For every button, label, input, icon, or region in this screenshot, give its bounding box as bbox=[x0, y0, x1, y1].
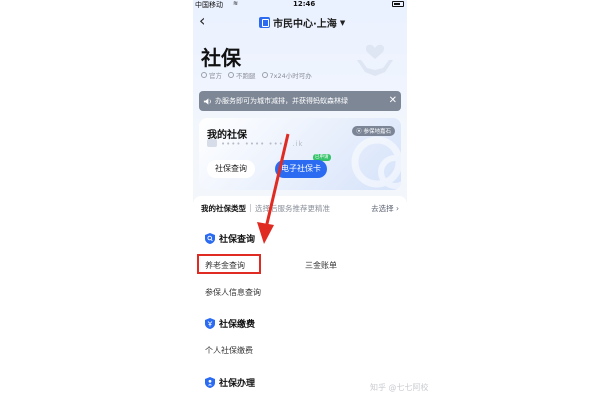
section-handling-title: 社保办理 bbox=[219, 379, 256, 389]
service-tags: 官方 不跑腿 7x24小时可办 bbox=[201, 70, 312, 80]
check-circle-icon bbox=[228, 72, 234, 78]
electronic-card-button[interactable]: 电子社保卡 bbox=[275, 160, 327, 178]
tag-24h-label: 7x24小时可办 bbox=[269, 72, 312, 80]
notice-text: 办服务即可为城市减排，并获得蚂蚁森林绿 bbox=[215, 97, 348, 105]
carrier-label: 中国移动 bbox=[195, 1, 223, 9]
citizen-center-logo-icon bbox=[259, 17, 270, 28]
choose-link[interactable]: 去选择 › bbox=[371, 203, 399, 214]
search-shield-icon bbox=[205, 233, 215, 244]
location-badge[interactable]: ⦿ 参保地嘉石 bbox=[352, 126, 395, 136]
type-label: 我的社保类型 bbox=[201, 203, 246, 213]
tag-official: 官方 bbox=[201, 70, 222, 80]
section-payment-header: 社保缴费 bbox=[205, 317, 255, 330]
location-badge-label: 参保地嘉石 bbox=[363, 129, 391, 135]
page-title: 社保 bbox=[201, 46, 241, 70]
check-circle-icon bbox=[201, 72, 207, 78]
caret-down-icon: ▼ bbox=[339, 18, 346, 27]
battery-icon bbox=[392, 1, 404, 7]
speaker-icon bbox=[203, 97, 211, 105]
insured-info-query-item[interactable]: 参保人信息查询 bbox=[205, 287, 261, 298]
clock: 12:46 bbox=[293, 0, 316, 8]
nav-title: 市民中心·上海 bbox=[273, 19, 337, 30]
close-icon[interactable]: ✕ bbox=[389, 96, 397, 106]
social-security-query-button[interactable]: 社保查询 bbox=[207, 160, 255, 178]
section-query-title: 社保查询 bbox=[219, 235, 256, 245]
personal-payment-item[interactable]: 个人社保缴费 bbox=[205, 345, 253, 356]
section-payment-title: 社保缴费 bbox=[219, 320, 256, 330]
watermark: 知乎 @七七阿校 bbox=[370, 383, 429, 392]
status-bar: 中国移动 ≋ 12:46 bbox=[193, 0, 407, 10]
tag-24h: 7x24小时可办 bbox=[261, 70, 312, 80]
masked-id: •••• •••• •••• .ik bbox=[221, 140, 304, 148]
card-decoration-icon bbox=[351, 136, 401, 189]
nav-bar: ‹ 市民中心·上海 ▼ bbox=[193, 12, 407, 32]
pension-query-item[interactable]: 养老金查询 bbox=[205, 260, 245, 271]
payment-shield-icon bbox=[205, 318, 215, 329]
section-query-header: 社保查询 bbox=[205, 232, 255, 245]
divider bbox=[250, 204, 251, 212]
back-icon[interactable]: ‹ bbox=[199, 13, 205, 29]
tag-official-label: 官方 bbox=[209, 72, 222, 80]
city-selector[interactable]: 市民中心·上海 ▼ bbox=[259, 15, 345, 30]
tag-no-errand-label: 不跑腿 bbox=[236, 72, 256, 80]
type-hint: 选择后服务推荐更精准 bbox=[255, 203, 330, 213]
notice-bar[interactable]: 办服务即可为城市减排，并获得蚂蚁森林绿 ✕ bbox=[199, 91, 401, 111]
masked-avatar bbox=[207, 139, 217, 147]
clock-icon bbox=[261, 72, 268, 78]
hands-heart-illustration-icon bbox=[357, 44, 393, 76]
three-fund-bill-item[interactable]: 三金账单 bbox=[305, 260, 337, 271]
insurance-type-row[interactable]: 我的社保类型 选择后服务推荐更精准 去选择 › bbox=[193, 196, 407, 220]
tag-no-errand: 不跑腿 bbox=[228, 70, 256, 80]
phone-screen: 中国移动 ≋ 12:46 ‹ 市民中心·上海 ▼ 社保 官方 不跑腿 7x24小… bbox=[193, 0, 407, 400]
section-handling-header: 社保办理 bbox=[205, 376, 255, 389]
service-list: 社保查询 养老金查询 三金账单 参保人信息查询 社保缴费 个人社保缴费 社保办理 bbox=[193, 220, 407, 400]
my-social-security-card: 我的社保 ⦿ 参保地嘉石 •••• •••• •••• .ik 社保查询 已申请… bbox=[199, 118, 401, 190]
wifi-icon: ≋ bbox=[233, 0, 239, 7]
handling-shield-icon bbox=[205, 377, 215, 388]
